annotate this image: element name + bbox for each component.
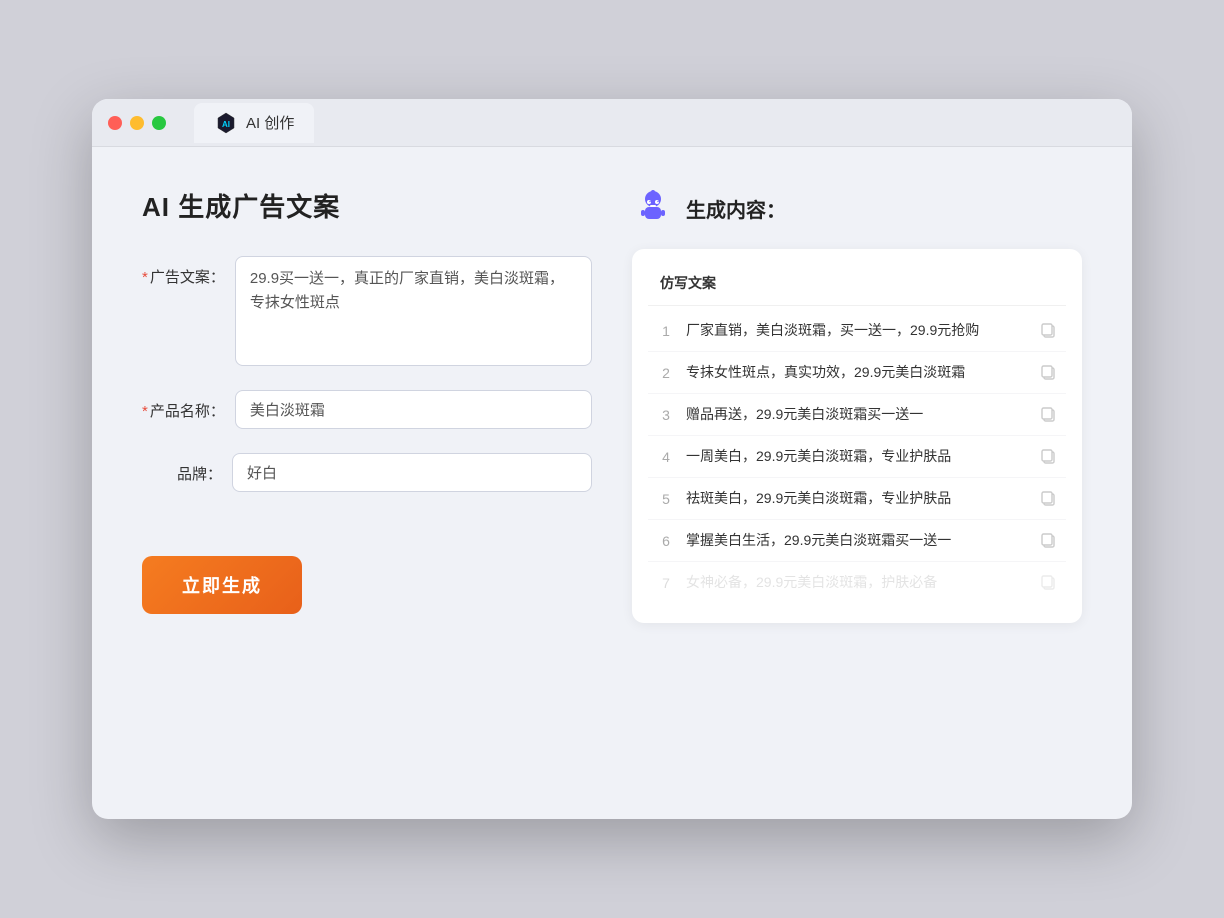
copy-icon[interactable]	[1040, 322, 1058, 340]
result-header: 生成内容：	[632, 187, 1082, 229]
result-text: 赠品再送，29.9元美白淡斑霜买一送一	[686, 404, 1030, 425]
ad-copy-label: *广告文案：	[142, 256, 225, 287]
generate-button[interactable]: 立即生成	[142, 556, 302, 614]
list-item: 7 女神必备，29.9元美白淡斑霜，护肤必备	[648, 562, 1066, 603]
copy-icon[interactable]	[1040, 532, 1058, 550]
svg-text:AI: AI	[222, 120, 230, 129]
close-button[interactable]	[108, 116, 122, 130]
result-title: 生成内容：	[686, 194, 786, 223]
result-text: 专抹女性斑点，真实功效，29.9元美白淡斑霜	[686, 362, 1030, 383]
page-title: AI 生成广告文案	[142, 187, 592, 224]
result-num: 6	[656, 533, 676, 549]
traffic-lights	[108, 116, 166, 130]
main-content: AI 生成广告文案 *广告文案： 29.9买一送一，真正的厂家直销，美白淡斑霜，…	[92, 147, 1132, 663]
result-col-header: 仿写文案	[648, 269, 1066, 306]
result-text: 女神必备，29.9元美白淡斑霜，护肤必备	[686, 572, 1030, 593]
left-panel: AI 生成广告文案 *广告文案： 29.9买一送一，真正的厂家直销，美白淡斑霜，…	[142, 187, 592, 623]
list-item: 3 赠品再送，29.9元美白淡斑霜买一送一	[648, 394, 1066, 436]
result-text: 掌握美白生活，29.9元美白淡斑霜买一送一	[686, 530, 1030, 551]
minimize-button[interactable]	[130, 116, 144, 130]
brand-group: 品牌：	[142, 453, 592, 492]
ad-copy-input[interactable]: 29.9买一送一，真正的厂家直销，美白淡斑霜，专抹女性斑点	[235, 256, 592, 366]
result-num: 7	[656, 575, 676, 591]
copy-icon[interactable]	[1040, 364, 1058, 382]
list-item: 4 一周美白，29.9元美白淡斑霜，专业护肤品	[648, 436, 1066, 478]
result-num: 5	[656, 491, 676, 507]
tab-label: AI 创作	[246, 112, 294, 133]
copy-icon[interactable]	[1040, 574, 1058, 592]
ad-copy-group: *广告文案： 29.9买一送一，真正的厂家直销，美白淡斑霜，专抹女性斑点	[142, 256, 592, 366]
list-item: 6 掌握美白生活，29.9元美白淡斑霜买一送一	[648, 520, 1066, 562]
ad-copy-required: *	[142, 269, 148, 286]
result-text: 祛斑美白，29.9元美白淡斑霜，专业护肤品	[686, 488, 1030, 509]
result-text: 厂家直销，美白淡斑霜，买一送一，29.9元抢购	[686, 320, 1030, 341]
ai-icon: AI	[214, 111, 238, 135]
product-name-group: *产品名称：	[142, 390, 592, 429]
result-box: 仿写文案 1 厂家直销，美白淡斑霜，买一送一，29.9元抢购 2 专抹女性斑点，真实…	[632, 249, 1082, 623]
product-name-label: *产品名称：	[142, 390, 225, 421]
product-name-required: *	[142, 403, 148, 420]
result-num: 1	[656, 323, 676, 339]
right-panel: 生成内容： 仿写文案 1 厂家直销，美白淡斑霜，买一送一，29.9元抢购 2 专抹女…	[632, 187, 1082, 623]
product-name-input[interactable]	[235, 390, 592, 429]
robot-icon	[632, 187, 674, 229]
copy-icon[interactable]	[1040, 406, 1058, 424]
result-list: 1 厂家直销，美白淡斑霜，买一送一，29.9元抢购 2 专抹女性斑点，真实功效，29…	[648, 310, 1066, 603]
list-item: 2 专抹女性斑点，真实功效，29.9元美白淡斑霜	[648, 352, 1066, 394]
titlebar: AI AI 创作	[92, 99, 1132, 147]
brand-input[interactable]	[232, 453, 592, 492]
result-num: 3	[656, 407, 676, 423]
ai-tab[interactable]: AI AI 创作	[194, 103, 314, 143]
result-num: 4	[656, 449, 676, 465]
result-text: 一周美白，29.9元美白淡斑霜，专业护肤品	[686, 446, 1030, 467]
maximize-button[interactable]	[152, 116, 166, 130]
list-item: 1 厂家直销，美白淡斑霜，买一送一，29.9元抢购	[648, 310, 1066, 352]
browser-window: AI AI 创作 AI 生成广告文案 *广告文案： 29.9买一送一，真正的厂家…	[92, 99, 1132, 819]
list-item: 5 祛斑美白，29.9元美白淡斑霜，专业护肤品	[648, 478, 1066, 520]
copy-icon[interactable]	[1040, 490, 1058, 508]
result-num: 2	[656, 365, 676, 381]
brand-label: 品牌：	[142, 453, 222, 484]
copy-icon[interactable]	[1040, 448, 1058, 466]
